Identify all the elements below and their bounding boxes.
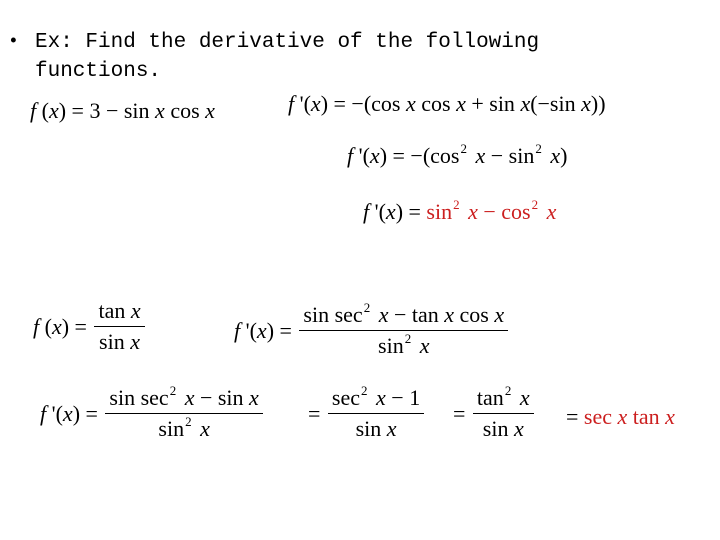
p2-given-equation: f (x) = tan x sin x bbox=[33, 300, 147, 353]
p2-step1-equation: f '(x) = sin sec2 x − tan x cos x sin2 x bbox=[234, 301, 510, 357]
p1-step1-equation: f '(x) = −(cos x cos x + sin x(−sin x)) bbox=[288, 91, 606, 116]
p2-step2-equation: f '(x) = sin sec2 x − sin x sin2 x bbox=[40, 384, 265, 440]
p1-step2-equation: f '(x) = −(cos2 x − sin2 x) bbox=[347, 141, 568, 168]
p2-step2-fraction: sin sec2 x − sin x sin2 x bbox=[105, 384, 263, 440]
bullet-icon: • bbox=[8, 32, 19, 52]
p1-answer-equation: f '(x) = sin2 x − cos2 x bbox=[363, 197, 557, 224]
p2-answer-equation: = sec x tan x bbox=[566, 404, 675, 429]
p2-answer-highlight: sec x tan x bbox=[583, 404, 675, 429]
p1-answer-highlight: sin2 x − cos2 x bbox=[426, 197, 557, 224]
intro-text-line1: Ex: Find the derivative of the following bbox=[35, 31, 540, 54]
p2-step1-fraction: sin sec2 x − tan x cos x sin2 x bbox=[299, 301, 509, 357]
p2-step4-equation: = tan2 x sin x bbox=[453, 384, 536, 440]
intro-text-line2: functions. bbox=[35, 60, 162, 83]
p1-given-equation: f (x) = 3 − sin x cos x bbox=[30, 98, 215, 123]
p2-step4-fraction: tan2 x sin x bbox=[472, 384, 534, 440]
p2-given-fraction: tan x sin x bbox=[94, 300, 145, 353]
p2-step3-equation: = sec2 x − 1 sin x bbox=[308, 384, 426, 440]
p2-step3-fraction: sec2 x − 1 sin x bbox=[327, 384, 425, 440]
